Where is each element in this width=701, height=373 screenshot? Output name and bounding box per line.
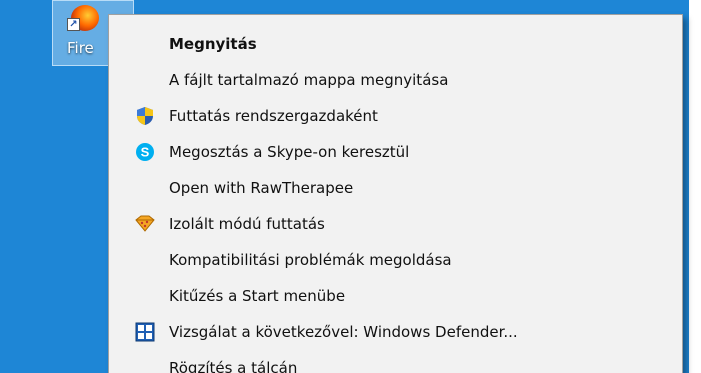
menu-item-pin-to-start[interactable]: Kitűzés a Start menübe (109, 278, 682, 314)
context-menu: Megnyitás A fájlt tartalmazó mappa megny… (108, 14, 683, 373)
menu-item-label: Vizsgálat a következővel: Windows Defend… (169, 323, 518, 341)
menu-item-label: Kitűzés a Start menübe (169, 287, 346, 305)
menu-item-open[interactable]: Megnyitás (109, 26, 682, 62)
menu-item-label: Open with RawTherapee (169, 179, 354, 197)
menu-item-share-skype[interactable]: S Megosztás a Skype-on keresztül (109, 134, 682, 170)
menu-item-scan-windows-defender[interactable]: Vizsgálat a következővel: Windows Defend… (109, 314, 682, 350)
menu-item-label: A fájlt tartalmazó mappa megnyitása (169, 71, 449, 89)
menu-item-label: Megosztás a Skype-on keresztül (169, 143, 410, 161)
menu-item-open-with-rawtherapee[interactable]: Open with RawTherapee (109, 170, 682, 206)
menu-item-label: Megnyitás (169, 35, 257, 53)
menu-item-label: Kompatibilitási problémák megoldása (169, 251, 452, 269)
desktop-icon-label: Fire (67, 39, 94, 57)
menu-item-label: Futtatás rendszergazdaként (169, 107, 378, 125)
menu-item-label: Izolált módú futtatás (169, 215, 325, 233)
menu-item-run-sandboxed[interactable]: Izolált módú futtatás (109, 206, 682, 242)
uac-shield-icon (137, 107, 153, 125)
menu-item-pin-to-taskbar[interactable]: Rögzítés a tálcán (109, 350, 682, 373)
menu-item-label: Rögzítés a tálcán (169, 359, 298, 373)
menu-item-troubleshoot-compatibility[interactable]: Kompatibilitási problémák megoldása (109, 242, 682, 278)
menu-item-open-file-location[interactable]: A fájlt tartalmazó mappa megnyitása (109, 62, 682, 98)
menu-item-run-as-admin[interactable]: Futtatás rendszergazdaként (109, 98, 682, 134)
svg-text:S: S (141, 145, 150, 160)
page-margin (689, 0, 701, 373)
windows-defender-icon (135, 322, 155, 342)
shortcut-arrow-icon: ↗ (67, 18, 80, 31)
skype-icon: S (136, 143, 154, 161)
sandbox-icon (135, 215, 155, 232)
